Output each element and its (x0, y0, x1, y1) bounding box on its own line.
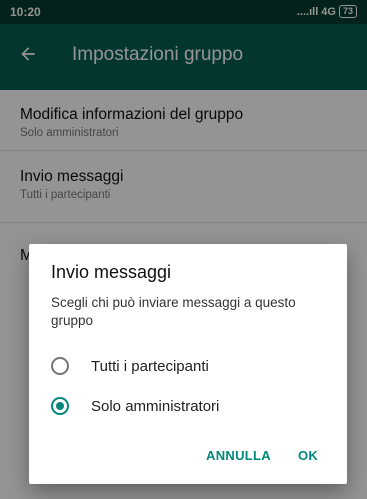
send-messages-dialog: Invio messaggi Scegli chi può inviare me… (29, 244, 347, 484)
radio-unchecked-icon[interactable] (51, 357, 69, 375)
option-label: Solo amministratori (91, 397, 220, 415)
option-admins-only[interactable]: Solo amministratori (51, 392, 331, 420)
ok-button[interactable]: OK (298, 448, 318, 463)
dialog-title: Invio messaggi (51, 262, 172, 282)
option-all-participants[interactable]: Tutti i partecipanti (51, 352, 331, 380)
dialog-message: Scegli chi può inviare messaggi a questo… (51, 295, 296, 328)
radio-checked-icon[interactable] (51, 397, 69, 415)
option-label: Tutti i partecipanti (91, 357, 209, 375)
cancel-button[interactable]: ANNULLA (206, 448, 271, 463)
